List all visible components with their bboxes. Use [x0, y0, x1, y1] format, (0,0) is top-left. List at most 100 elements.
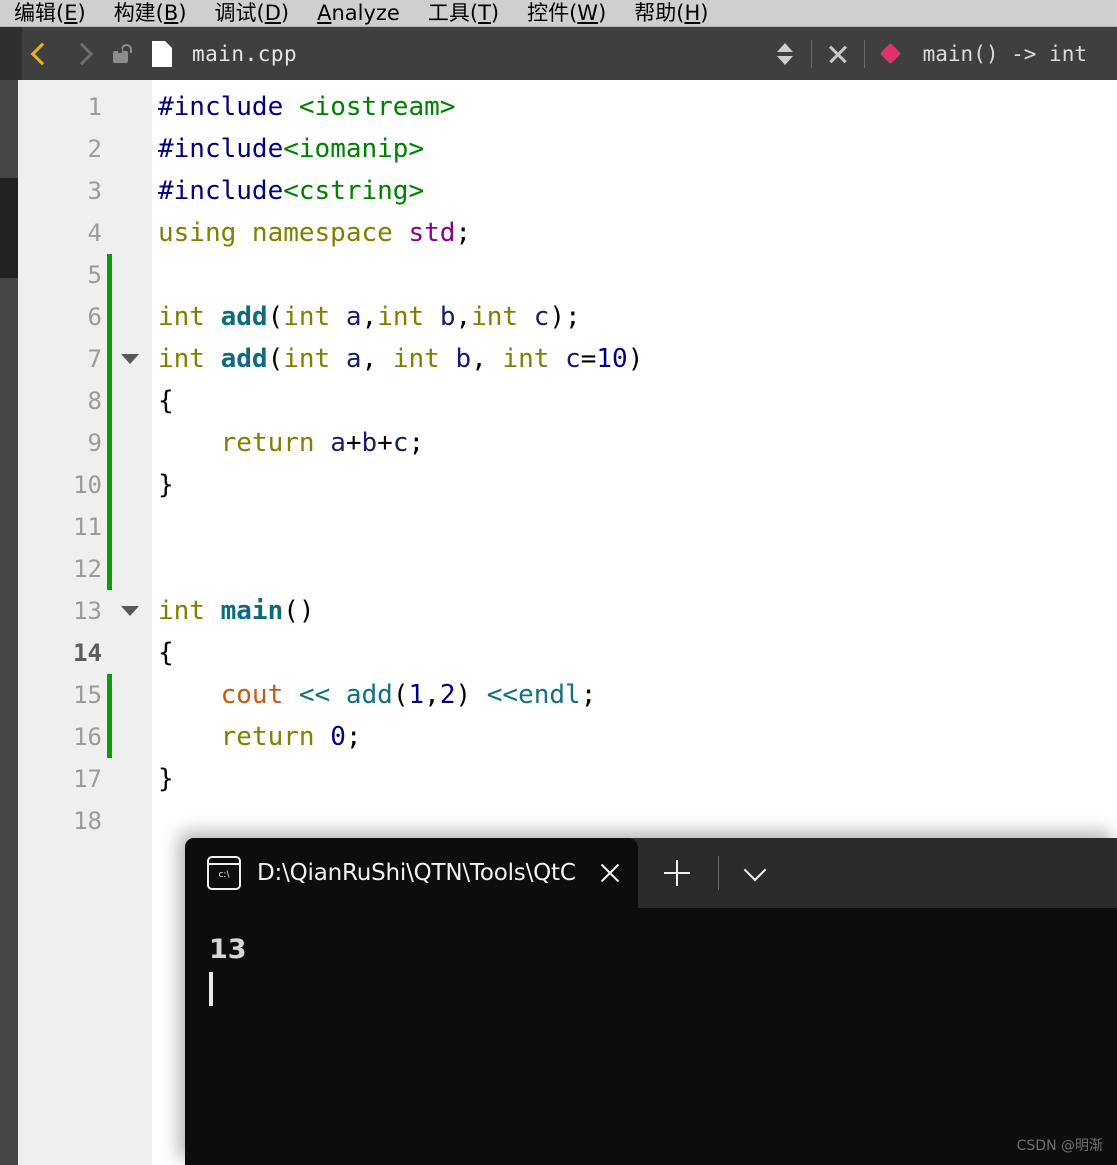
- symbol-selector[interactable]: main() -> int: [923, 42, 1087, 66]
- code-text[interactable]: int add(int a,int b,int c);: [158, 296, 581, 338]
- fold-column: [112, 758, 148, 800]
- file-selector-stepper[interactable]: [765, 27, 805, 80]
- triangle-down-icon: [121, 354, 139, 364]
- code-line[interactable]: 7 int add(int a, int b, int c=10): [18, 338, 1117, 380]
- code-text[interactable]: return a+b+c;: [158, 422, 425, 464]
- chevron-down-icon[interactable]: [743, 858, 767, 882]
- left-scroll-thumb[interactable]: [0, 178, 18, 278]
- line-number: 12: [73, 555, 102, 583]
- pink-diamond-icon: [880, 42, 902, 65]
- fold-column: [112, 506, 148, 548]
- close-document-button[interactable]: [818, 27, 858, 80]
- left-scroll-rail[interactable]: [0, 80, 18, 1165]
- code-text[interactable]: {: [158, 380, 174, 422]
- code-line[interactable]: 17}: [18, 758, 1117, 800]
- symbol-marker: [871, 27, 911, 80]
- line-number: 18: [73, 807, 102, 835]
- code-line[interactable]: 13 int main(): [18, 590, 1117, 632]
- terminal-output-area[interactable]: 13: [185, 908, 1117, 1165]
- code-text[interactable]: int add(int a, int b, int c=10): [158, 338, 643, 380]
- code-line[interactable]: 14 {: [18, 632, 1117, 674]
- sort-updown-icon: [776, 42, 793, 52]
- code-line[interactable]: 16 return 0;: [18, 716, 1117, 758]
- line-number: 16: [73, 723, 102, 751]
- code-text[interactable]: return 0;: [158, 716, 362, 758]
- menu-item-debug[interactable]: 调试(D): [201, 0, 304, 26]
- code-line[interactable]: 3 #include<cstring>: [18, 170, 1117, 212]
- line-number: 1: [87, 93, 102, 121]
- navigate-forward-button[interactable]: [62, 27, 102, 80]
- line-number: 8: [87, 387, 102, 415]
- fold-column: [112, 296, 148, 338]
- watermark: CSDN @明渐: [1016, 1138, 1103, 1154]
- file-type-indicator: [142, 27, 182, 80]
- code-line[interactable]: 8{: [18, 380, 1117, 422]
- menu-bar: 编辑(E) 构建(B) 调试(D) Analyze 工具(T) 控件(W) 帮助(H): [0, 0, 1117, 27]
- fold-column: [112, 422, 148, 464]
- code-line[interactable]: 18: [18, 800, 1117, 842]
- fold-column: [112, 254, 148, 296]
- fold-toggle[interactable]: [112, 338, 148, 380]
- fold-column: [112, 380, 148, 422]
- terminal-toolbar-divider: [717, 856, 719, 890]
- line-number: 4: [87, 219, 102, 247]
- fold-column: [112, 716, 148, 758]
- fold-column: [112, 632, 148, 674]
- code-line[interactable]: 11: [18, 506, 1117, 548]
- toolbar-divider: [810, 39, 812, 68]
- fold-column: [112, 170, 148, 212]
- code-line[interactable]: 15 cout << add(1,2) <<endl;: [18, 674, 1117, 716]
- code-line[interactable]: 5: [18, 254, 1117, 296]
- navigate-back-button[interactable]: [22, 27, 62, 80]
- terminal-title-bar: c:\ D:\QianRuShi\QTN\Tools\QtC: [185, 838, 1117, 908]
- unlocked-padlock-icon: [113, 44, 132, 63]
- line-number: 17: [73, 765, 102, 793]
- new-terminal-tab-button[interactable]: [663, 860, 690, 886]
- document-icon: [152, 40, 172, 67]
- code-text[interactable]: }: [158, 464, 174, 506]
- open-file-name[interactable]: main.cpp: [192, 42, 297, 66]
- line-number: 6: [87, 303, 102, 331]
- menu-item-analyze[interactable]: Analyze: [303, 0, 414, 26]
- line-number: 13: [73, 597, 102, 625]
- code-text[interactable]: #include<iomanip>: [158, 128, 424, 170]
- code-text[interactable]: int main(): [158, 590, 315, 632]
- line-number: 15: [73, 681, 102, 709]
- chevron-right-icon: [70, 42, 94, 65]
- line-number: 10: [73, 471, 102, 499]
- terminal-tab-title: D:\QianRuShi\QTN\Tools\QtC: [257, 860, 576, 886]
- code-text[interactable]: cout << add(1,2) <<endl;: [158, 674, 597, 716]
- code-text[interactable]: {: [158, 632, 174, 674]
- code-text[interactable]: #include <iostream>: [158, 86, 455, 128]
- code-line[interactable]: 6 int add(int a,int b,int c);: [18, 296, 1117, 338]
- code-line[interactable]: 4 using namespace std;: [18, 212, 1117, 254]
- terminal-cursor: [209, 972, 213, 1007]
- fold-toggle[interactable]: [112, 590, 148, 632]
- terminal-tab[interactable]: c:\ D:\QianRuShi\QTN\Tools\QtC: [185, 838, 638, 908]
- line-number: 14: [73, 639, 102, 667]
- terminal-window[interactable]: c:\ D:\QianRuShi\QTN\Tools\QtC 13 CSDN @…: [185, 838, 1117, 1165]
- terminal-tab-close-button[interactable]: [598, 861, 622, 885]
- code-line[interactable]: 2 #include<iomanip>: [18, 128, 1117, 170]
- toolbar-left-gutter: [0, 27, 22, 80]
- fold-column: [112, 674, 148, 716]
- menu-item-edit[interactable]: 编辑(E): [0, 0, 100, 26]
- cmd-prompt-icon-label: c:\: [218, 870, 230, 880]
- code-text[interactable]: }: [158, 758, 174, 800]
- code-line[interactable]: 10}: [18, 464, 1117, 506]
- lock-file-button[interactable]: [102, 27, 142, 80]
- code-line[interactable]: 1 #include <iostream>: [18, 86, 1117, 128]
- line-number: 7: [87, 345, 102, 373]
- line-number: 11: [73, 513, 102, 541]
- code-text[interactable]: using namespace std;: [158, 212, 471, 254]
- menu-item-build[interactable]: 构建(B): [100, 0, 201, 26]
- editor-toolbar: main.cpp main() -> int: [0, 27, 1117, 80]
- code-line[interactable]: 12: [18, 548, 1117, 590]
- code-line[interactable]: 9 return a+b+c;: [18, 422, 1117, 464]
- fold-column: [112, 128, 148, 170]
- code-text[interactable]: #include<cstring>: [158, 170, 424, 212]
- menu-item-widgets[interactable]: 控件(W): [513, 0, 620, 26]
- menu-item-tools[interactable]: 工具(T): [414, 0, 513, 26]
- fold-column: [112, 212, 148, 254]
- menu-item-help[interactable]: 帮助(H): [620, 0, 722, 26]
